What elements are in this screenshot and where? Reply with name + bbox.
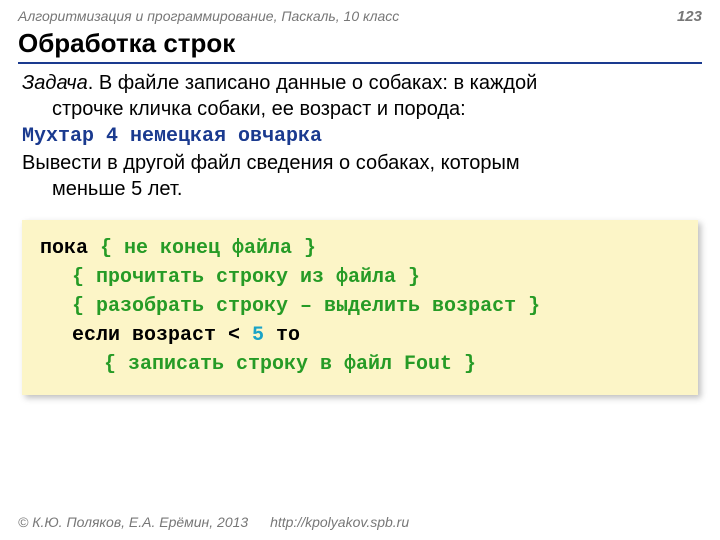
comment-eof: { не конец файла }	[100, 237, 316, 260]
body: Задача. В файле записано данные о собака…	[22, 70, 698, 395]
page-number: 123	[677, 8, 702, 25]
footer: © К.Ю. Поляков, Е.А. Ерёмин, 2013 http:/…	[18, 514, 409, 530]
page-title: Обработка строк	[18, 28, 235, 59]
comment-read: { прочитать строку из файла }	[40, 263, 680, 292]
comment-parse: { разобрать строку – выделить возраст }	[40, 292, 680, 321]
task-output: Вывести в другой файл сведения о собаках…	[22, 150, 698, 202]
breadcrumb: Алгоритмизация и программирование, Паска…	[18, 8, 702, 24]
keyword-if: если возраст <	[72, 324, 252, 347]
code-line-4: если возраст < 5 то	[40, 321, 680, 350]
footer-url: http://kpolyakov.spb.ru	[270, 514, 409, 530]
code-line-1: пока { не конец файла }	[40, 237, 316, 260]
task-line3: Вывести в другой файл сведения о собаках…	[22, 152, 520, 174]
task-example: Мухтар 4 немецкая овчарка	[22, 124, 698, 150]
keyword-while: пока	[40, 237, 100, 260]
slide: Алгоритмизация и программирование, Паска…	[0, 0, 720, 540]
code-box: пока { не конец файла } { прочитать стро…	[22, 220, 698, 395]
task-line4: меньше 5 лет.	[52, 176, 698, 202]
number-5: 5	[252, 324, 264, 347]
footer-copyright: © К.Ю. Поляков, Е.А. Ерёмин, 2013	[18, 514, 248, 530]
task-line2: строчке кличка собаки, ее возраст и поро…	[52, 96, 698, 122]
keyword-then: то	[264, 324, 300, 347]
task-line1-tail: . В файле записано данные о собаках: в к…	[88, 72, 538, 94]
task-label: Задача	[22, 72, 88, 94]
task-text: Задача. В файле записано данные о собака…	[22, 70, 698, 122]
comment-write: { записать строку в файл Fout }	[40, 350, 680, 379]
title-rule	[18, 62, 702, 64]
